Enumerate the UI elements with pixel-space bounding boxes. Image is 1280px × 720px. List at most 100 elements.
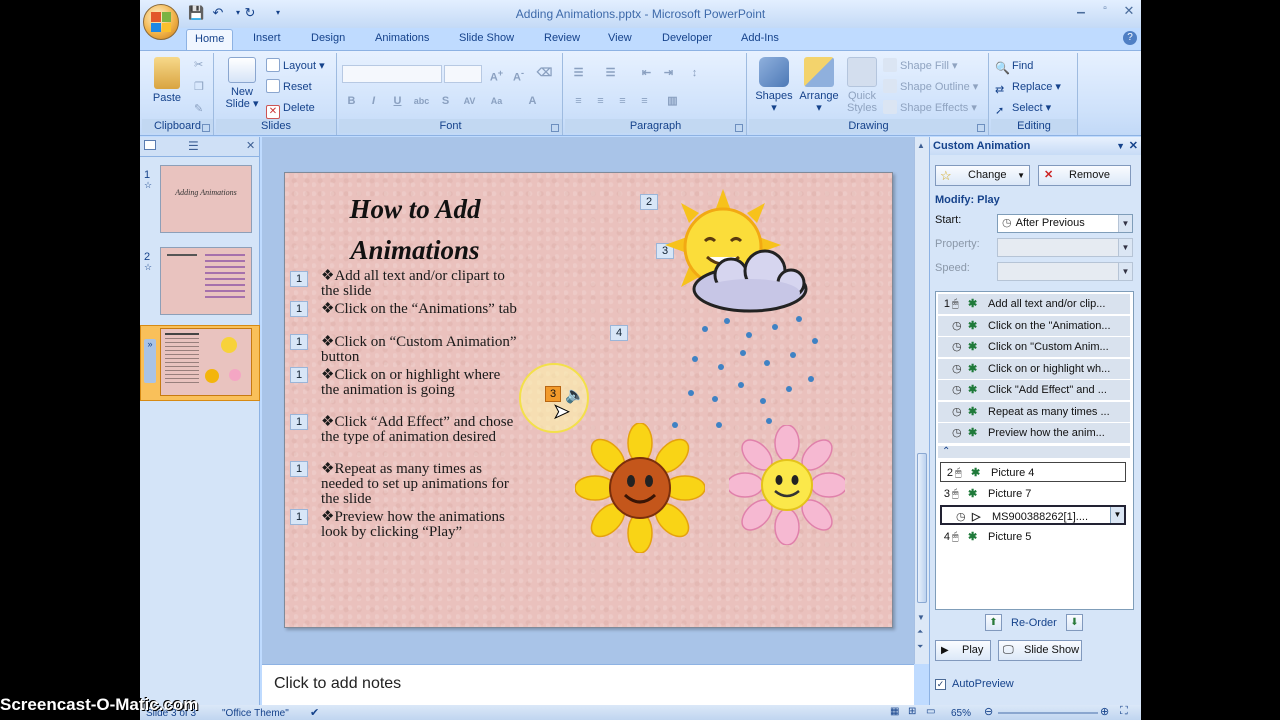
new-slide-button[interactable]: New Slide ▾ — [220, 57, 264, 110]
shrink-font-icon[interactable]: A- — [509, 65, 528, 84]
minimize-icon[interactable]: ▁ — [1070, 3, 1092, 17]
notes-pane[interactable]: Click to add notes — [262, 664, 914, 705]
list-item[interactable]: ◷ ✱ Click on "Custom Anim... — [938, 337, 1130, 357]
pane-options-icon[interactable]: ▼ — [1116, 137, 1125, 155]
change-case-icon[interactable]: Aa — [487, 93, 506, 110]
find-button[interactable]: 🔍 Find — [995, 58, 1033, 75]
office-button[interactable] — [143, 4, 179, 40]
slides-tab-icon[interactable] — [144, 140, 156, 150]
shape-effects-button[interactable]: Shape Effects ▾ — [883, 100, 977, 116]
editor-vertical-scrollbar[interactable]: ▲ ▼ ⏶ ⏷ — [914, 137, 929, 664]
anim-tag-sun[interactable]: 2 — [640, 194, 658, 210]
anim-tag[interactable]: 1 — [290, 414, 308, 430]
move-down-icon[interactable]: ⬇ — [1066, 614, 1083, 631]
scroll-down-icon[interactable]: ▼ — [917, 613, 925, 622]
clear-formatting-icon[interactable]: ⌫ — [535, 65, 554, 82]
anim-tag[interactable]: 1 — [290, 509, 308, 525]
zoom-out-icon[interactable]: ⊖ — [984, 705, 993, 718]
sorter-view-icon[interactable]: ⊞ — [908, 706, 916, 717]
align-right-icon[interactable]: ≡ — [613, 93, 632, 110]
anim-tag[interactable]: 1 — [290, 301, 308, 317]
clipboard-launcher-icon[interactable] — [202, 124, 210, 132]
previous-slide-icon[interactable]: ⏶ — [917, 627, 923, 637]
next-slide-icon[interactable]: ⏷ — [917, 642, 923, 652]
slide-thumbnail-1[interactable]: Adding Animations — [160, 165, 252, 233]
quick-styles-button[interactable]: Quick Styles — [843, 57, 881, 114]
layout-button[interactable]: Layout ▾ — [266, 58, 325, 74]
tab-home[interactable]: Home — [186, 29, 234, 50]
tab-add-ins[interactable]: Add-Ins — [733, 29, 787, 50]
align-center-icon[interactable]: ≡ — [591, 93, 610, 110]
slide-thumbnail-3[interactable] — [160, 328, 252, 396]
tab-developer[interactable]: Developer — [654, 29, 720, 50]
remove-button[interactable]: ✕ Remove — [1038, 165, 1131, 186]
list-item[interactable]: ◷ ✱ Click on or highlight wh... — [938, 359, 1130, 379]
drawing-launcher-icon[interactable] — [977, 124, 985, 132]
tab-slide-show[interactable]: Slide Show — [451, 29, 522, 50]
paragraph-launcher-icon[interactable] — [735, 124, 743, 132]
format-painter-icon[interactable]: ✎ — [194, 101, 203, 117]
close-icon[interactable]: ✕ — [1118, 3, 1140, 18]
strikethrough-icon[interactable]: abc — [412, 93, 431, 110]
tab-view[interactable]: View — [600, 29, 640, 50]
anim-tag[interactable]: 1 — [290, 334, 308, 350]
slide-show-button[interactable]: 🖵 Slide Show — [998, 640, 1082, 661]
anim-tag[interactable]: 1 — [290, 367, 308, 383]
anim-tag[interactable]: 1 — [290, 271, 308, 287]
slide-thumbnail-2[interactable] — [160, 247, 252, 315]
align-left-icon[interactable]: ≡ — [569, 93, 588, 110]
reset-button[interactable]: Reset — [266, 79, 312, 95]
scroll-up-icon[interactable]: ▲ — [917, 141, 925, 150]
zoom-in-icon[interactable]: ⊕ — [1100, 705, 1109, 718]
tab-animations[interactable]: Animations — [367, 29, 437, 50]
speed-combo[interactable]: ▼ — [997, 262, 1133, 281]
bullet-text[interactable]: ❖Click on the “Animations” tab — [321, 302, 521, 317]
list-item[interactable]: 4 🖱 ✱ Picture 5 — [938, 527, 1130, 547]
pink-flower-clipart[interactable] — [729, 425, 845, 545]
list-item-selected[interactable]: ◷ ▷ MS900388262[1].... ▼ — [940, 505, 1126, 525]
justify-icon[interactable]: ≡ — [635, 93, 654, 110]
list-item[interactable]: ◷ ✱ Preview how the anim... — [938, 423, 1130, 443]
shadow-icon[interactable]: S — [436, 93, 455, 110]
slideshow-view-icon[interactable]: ▭ — [926, 706, 935, 717]
underline-icon[interactable]: U — [388, 93, 407, 110]
select-button[interactable]: ➚ Select ▾ — [995, 100, 1051, 117]
play-button[interactable]: ▶ Play — [935, 640, 991, 661]
font-name-combo[interactable] — [342, 65, 442, 83]
close-pane-icon[interactable]: ✕ — [246, 139, 255, 152]
spellcheck-icon[interactable]: ✔ — [310, 706, 319, 719]
shapes-button[interactable]: Shapes ▾ — [753, 57, 795, 114]
tab-insert[interactable]: Insert — [245, 29, 289, 50]
property-combo[interactable]: ▼ — [997, 238, 1133, 257]
char-spacing-icon[interactable]: AV — [460, 93, 479, 110]
slide-title[interactable]: How to Add Animations — [325, 189, 505, 271]
list-item[interactable]: ◷ ✱ Repeat as many times ... — [938, 402, 1130, 422]
numbering-icon[interactable]: ☰ — [601, 65, 620, 82]
paste-button[interactable]: Paste — [146, 57, 188, 104]
list-item[interactable]: 1 🖱 ✱ Add all text and/or clip... — [938, 294, 1130, 314]
italic-icon[interactable]: I — [364, 93, 383, 110]
scroll-thumb[interactable] — [917, 453, 927, 603]
shape-outline-button[interactable]: Shape Outline ▾ — [883, 79, 978, 95]
bullet-text[interactable]: ❖Click on or highlight where the animati… — [321, 368, 521, 398]
list-item[interactable]: ◷ ✱ Click on the "Animation... — [938, 316, 1130, 336]
list-item[interactable]: ◷ ✱ Click "Add Effect" and ... — [938, 380, 1130, 400]
decrease-indent-icon[interactable]: ⇤ — [637, 65, 656, 82]
zoom-slider[interactable] — [998, 712, 1098, 714]
move-up-icon[interactable]: ⬆ — [985, 614, 1002, 631]
item-dropdown-icon[interactable]: ▼ — [1110, 507, 1124, 523]
thumb-3-expand-icon[interactable]: » — [144, 339, 156, 383]
line-spacing-icon[interactable]: ↕ — [685, 65, 704, 82]
bullet-text[interactable]: ❖Add all text and/or clipart to the slid… — [321, 269, 521, 299]
font-color-icon[interactable]: A — [523, 93, 542, 110]
maximize-icon[interactable]: ▫ — [1094, 3, 1116, 17]
bullet-text[interactable]: ❖Preview how the animations look by clic… — [321, 510, 521, 540]
normal-view-icon[interactable]: ▦ — [890, 706, 899, 717]
increase-indent-icon[interactable]: ⇥ — [659, 65, 678, 82]
outline-tab-icon[interactable]: ☰ — [188, 139, 199, 153]
bullets-icon[interactable]: ☰ — [569, 65, 588, 82]
font-size-combo[interactable] — [444, 65, 482, 83]
bullet-text[interactable]: ❖Click “Add Effect” and chose the type o… — [321, 415, 521, 445]
animation-list[interactable]: 1 🖱 ✱ Add all text and/or clip... ◷ ✱ Click o… — [935, 291, 1134, 610]
delete-button[interactable]: ✕ Delete — [266, 100, 315, 119]
